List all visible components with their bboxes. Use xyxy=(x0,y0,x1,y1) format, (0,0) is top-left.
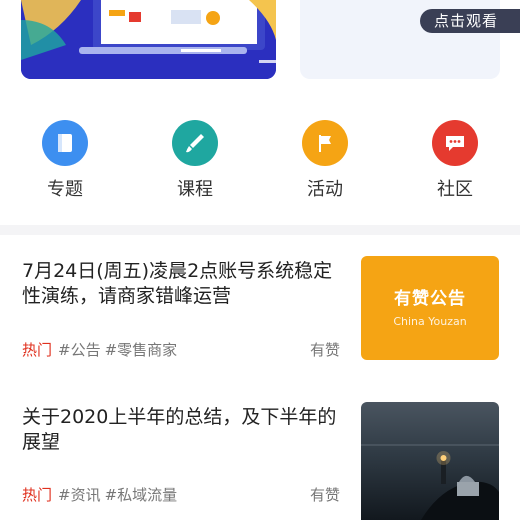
nav-label: 活动 xyxy=(307,179,343,200)
thumbnail-title: 有赞公告 xyxy=(394,289,466,309)
article-thumbnail[interactable] xyxy=(361,402,499,520)
nav-item-topics[interactable]: 专题 xyxy=(20,120,110,201)
nav-item-courses[interactable]: 课程 xyxy=(150,120,240,201)
section-divider xyxy=(0,225,520,235)
nav-label: 专题 xyxy=(47,179,83,200)
app-screen: 点击观看 专题 课程 活动 社区 7月24日(周五)凌晨2点账号系统稳定性演练，… xyxy=(0,0,520,520)
article-thumbnail[interactable]: 有赞公告 China Youzan xyxy=(361,256,499,360)
article-title[interactable]: 7月24日(周五)凌晨2点账号系统稳定性演练，请商家错峰运营 xyxy=(22,259,342,309)
hot-badge: 热门 xyxy=(22,486,53,504)
brush-icon xyxy=(172,120,218,166)
watch-button[interactable]: 点击观看 xyxy=(420,9,520,33)
article-meta: 热门 #公告 #零售商家 有赞 xyxy=(22,339,340,361)
thumbnail-subtitle: China Youzan xyxy=(393,315,467,328)
hot-badge: 热门 xyxy=(22,341,53,359)
banner-illustration xyxy=(21,0,276,79)
nav-item-community[interactable]: 社区 xyxy=(410,120,500,201)
tag-link[interactable]: #资讯 xyxy=(58,486,101,504)
article-author: 有赞 xyxy=(309,486,340,504)
article-author: 有赞 xyxy=(309,341,340,359)
banner-slide-current[interactable] xyxy=(21,0,276,79)
nav-label: 课程 xyxy=(177,179,213,200)
nav-item-events[interactable]: 活动 xyxy=(280,120,370,201)
article-title[interactable]: 关于2020上半年的总结，及下半年的展望 xyxy=(22,405,342,455)
nav-label: 社区 xyxy=(437,179,473,200)
book-icon xyxy=(42,120,88,166)
flag-icon xyxy=(302,120,348,166)
tag-link[interactable]: #零售商家 xyxy=(105,341,178,359)
tag-link[interactable]: #公告 xyxy=(58,341,101,359)
tag-link[interactable]: #私域流量 xyxy=(105,486,178,504)
article-meta: 热门 #资讯 #私域流量 有赞 xyxy=(22,484,340,506)
chat-icon xyxy=(432,120,478,166)
lighthouse-photo xyxy=(361,402,499,520)
